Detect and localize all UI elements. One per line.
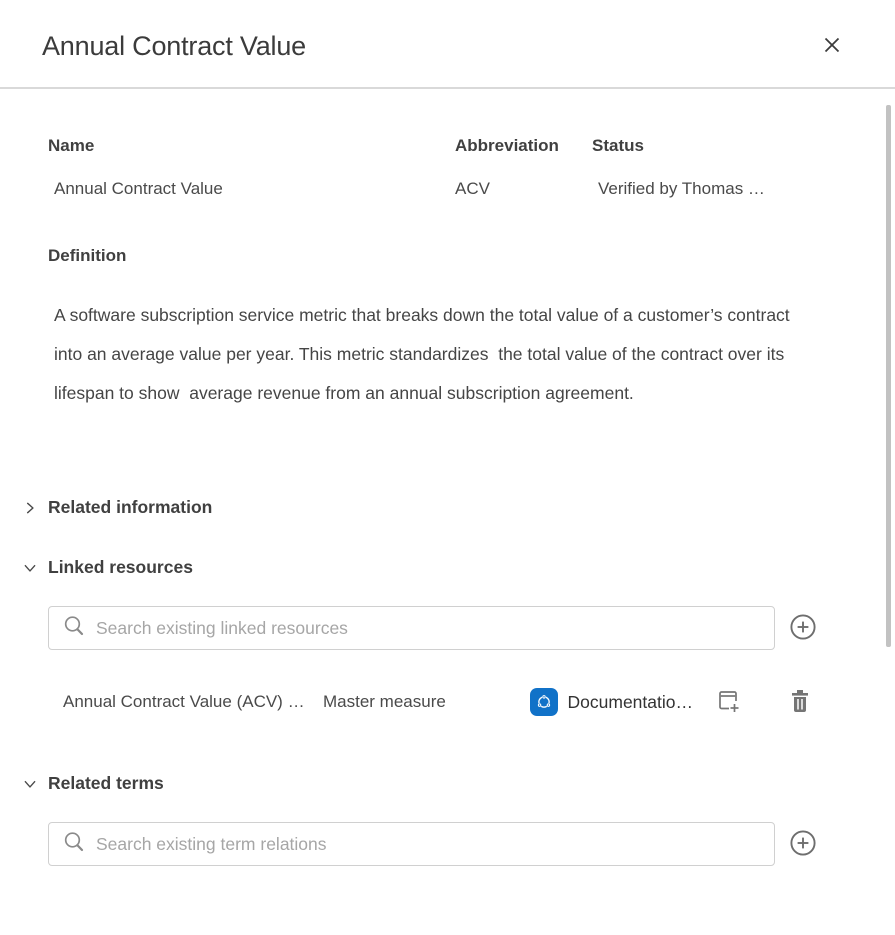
chevron-down-icon [22, 776, 38, 792]
trash-icon [789, 689, 811, 716]
linked-resources-search-row [48, 606, 816, 650]
chevron-down-icon [22, 560, 38, 576]
section-label-related-terms: Related terms [48, 773, 164, 794]
panel-plus-icon [715, 687, 742, 717]
term-fields: Name Abbreviation Status Annual Contract… [48, 136, 816, 200]
section-linked-resources[interactable]: Linked resources [22, 557, 816, 578]
linked-resource-chip[interactable]: Documentatio… [530, 688, 693, 716]
page-title: Annual Contract Value [42, 31, 306, 62]
circle-plus-icon [790, 614, 816, 643]
linked-resources-search-box[interactable] [48, 606, 775, 650]
abbreviation-value[interactable]: ACV [455, 178, 592, 200]
search-icon [62, 830, 86, 859]
linked-resource-name: Annual Contract Value (ACV) … [63, 692, 315, 712]
open-in-panel-button[interactable] [715, 689, 742, 716]
linked-resource-row[interactable]: Annual Contract Value (ACV) … Master mea… [48, 687, 816, 717]
linked-resources-search-input[interactable] [96, 618, 762, 639]
related-terms-search-input[interactable] [96, 834, 762, 855]
abbreviation-label: Abbreviation [455, 136, 592, 156]
section-label-related-information: Related information [48, 497, 212, 518]
linked-resource-label: Documentatio… [568, 692, 693, 713]
search-icon [62, 614, 86, 643]
status-label: Status [592, 136, 816, 156]
close-button[interactable] [819, 34, 845, 60]
definition-label: Definition [48, 246, 816, 266]
section-related-terms[interactable]: Related terms [22, 773, 816, 794]
name-value[interactable]: Annual Contract Value [48, 178, 455, 200]
close-icon [823, 36, 841, 57]
add-related-term-button[interactable] [790, 831, 816, 857]
name-label: Name [48, 136, 455, 156]
modal-header: Annual Contract Value [0, 0, 895, 89]
linked-resource-type: Master measure [323, 692, 446, 712]
section-label-linked-resources: Linked resources [48, 557, 193, 578]
related-terms-search-row [48, 822, 816, 866]
qlik-app-icon [530, 688, 558, 716]
status-value[interactable]: Verified by Thomas … [592, 178, 816, 200]
delete-linked-resource-button[interactable] [788, 690, 812, 714]
related-terms-search-box[interactable] [48, 822, 775, 866]
circle-plus-icon [790, 830, 816, 859]
definition-text[interactable]: A software subscription service metric t… [48, 296, 820, 413]
add-linked-resource-button[interactable] [790, 615, 816, 641]
chevron-right-icon [22, 500, 38, 516]
section-related-information[interactable]: Related information [22, 497, 816, 518]
vertical-scrollbar[interactable] [886, 105, 891, 647]
